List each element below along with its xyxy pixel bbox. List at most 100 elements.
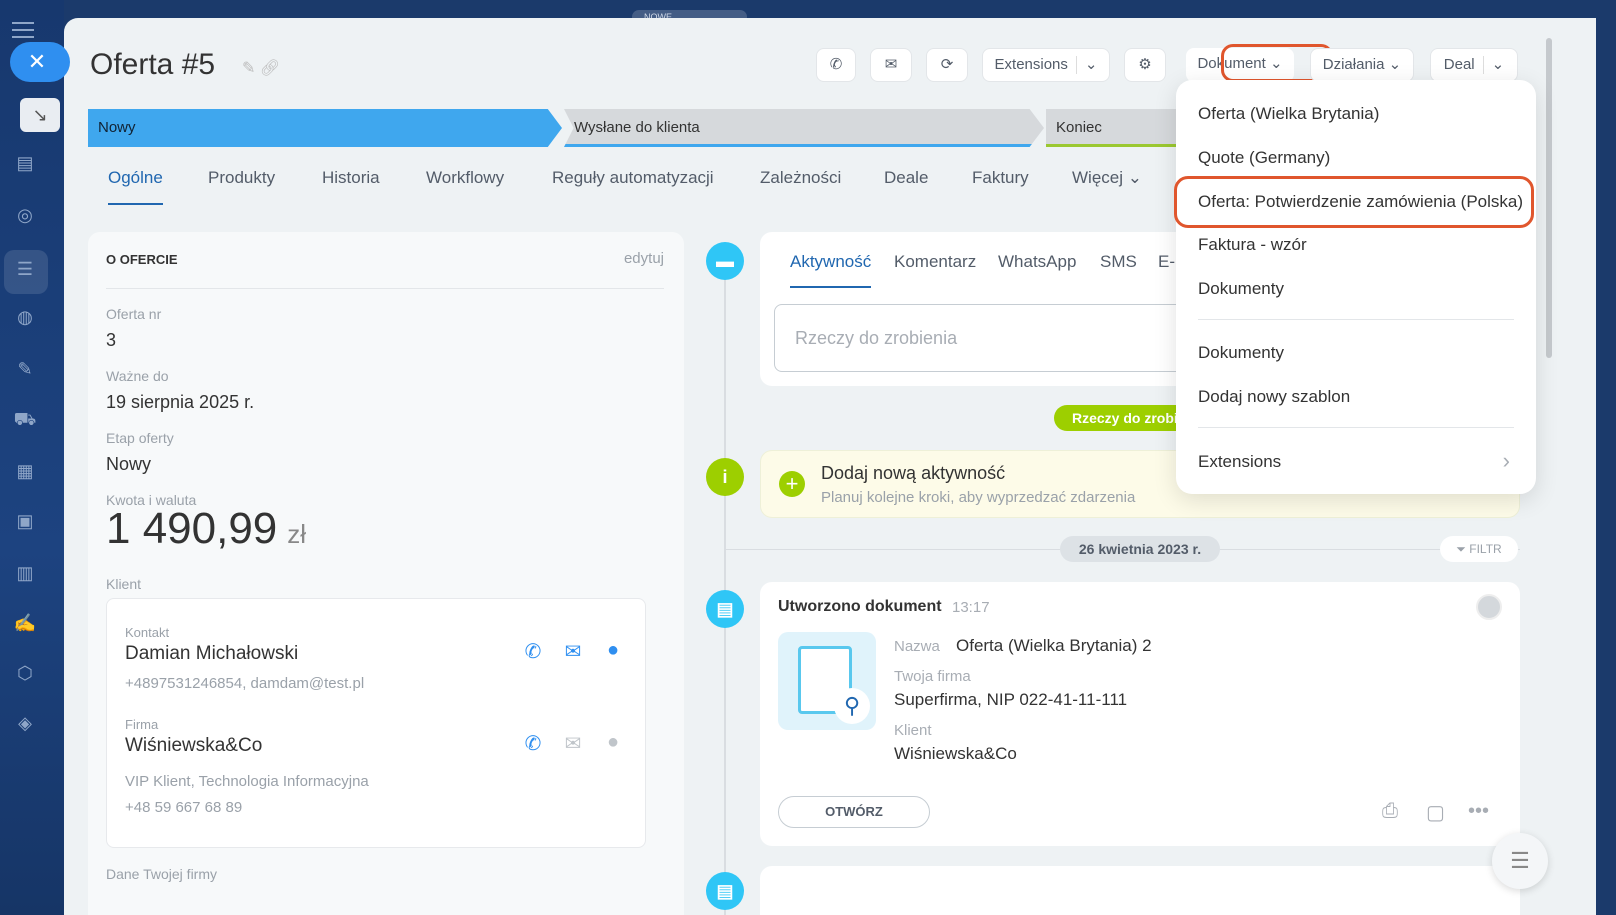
contact-name[interactable]: Damian Michałowski [125, 643, 298, 665]
extensions-button[interactable]: Extensions ⌄ [982, 48, 1110, 82]
collapse-arrow-icon[interactable]: ↘ [20, 98, 60, 132]
filter-button[interactable]: ⏷ FILTR [1440, 536, 1518, 562]
tab-sms[interactable]: SMS [1100, 252, 1137, 272]
scrollbar[interactable] [1546, 38, 1552, 358]
doc-name-label: Nazwa [894, 638, 940, 655]
hexagon-icon[interactable]: ⬡ [12, 660, 38, 686]
dzialania-button[interactable]: Działania ⌄ [1310, 48, 1414, 82]
email-button[interactable]: ✉ [870, 48, 912, 82]
amount-currency: zł [287, 519, 307, 549]
robot-icon[interactable]: ◍ [12, 304, 38, 330]
filter-label: FILTR [1469, 542, 1502, 556]
stage-nowy[interactable]: Nowy [88, 109, 562, 147]
dd-item-extensions[interactable]: Extensions [1198, 452, 1281, 472]
print-icon[interactable]: ⎙ [1382, 800, 1398, 823]
phone-icon: ✆ [829, 56, 843, 73]
dzialania-label: Działania [1322, 56, 1385, 73]
document-card-next [760, 866, 1520, 915]
copy-link-icon[interactable]: 🔗︎ [260, 60, 280, 77]
tab-workflowy[interactable]: Workflowy [426, 168, 504, 188]
more-icon[interactable]: ••• [1468, 800, 1489, 823]
avatar[interactable] [1476, 594, 1502, 620]
filter-icon: ⏷ [1456, 542, 1466, 556]
extensions-label: Extensions [994, 56, 1068, 73]
timeline-line [724, 248, 726, 915]
dd-item-dokumenty[interactable]: Dokumenty [1198, 279, 1284, 299]
settings-button[interactable]: ⚙ [1124, 48, 1166, 82]
stage-wyslane[interactable]: Wysłane do klienta [564, 109, 1044, 147]
inventory-icon[interactable]: ▦ [12, 458, 38, 484]
deal-button[interactable]: Deal ⌄ [1430, 48, 1518, 82]
tab-deale[interactable]: Deale [884, 168, 928, 188]
add-activity-title: Dodaj nową aktywność [821, 463, 1006, 483]
dd-item-add-template[interactable]: Dodaj nowy szablon [1198, 387, 1350, 407]
tab-komentarz[interactable]: Komentarz [894, 252, 976, 272]
mail-icon: ✉ [884, 56, 898, 73]
tab-faktury[interactable]: Faktury [972, 168, 1029, 188]
calendar-icon[interactable]: ▣ [12, 508, 38, 534]
company-details: VIP Klient, Technologia Informacyjna [125, 773, 369, 790]
dd-item-quote-germany[interactable]: Quote (Germany) [1198, 148, 1330, 168]
company-phone[interactable]: +48 59 667 68 89 [125, 799, 242, 816]
plus-icon[interactable]: + [779, 471, 805, 497]
tab-aktywnosc[interactable]: Aktywność [790, 252, 872, 288]
note-icon[interactable]: ▢ [1426, 800, 1445, 825]
tab-zaleznosci[interactable]: Zależności [760, 168, 841, 188]
document-preview[interactable]: ⚲ [778, 632, 876, 730]
chat-button[interactable]: ⟳ [926, 48, 968, 82]
field-label: Ważne do [106, 368, 169, 384]
tab-historia[interactable]: Historia [322, 168, 380, 188]
dd-item-faktura[interactable]: Faktura - wzór [1198, 235, 1307, 255]
edit-title-icon[interactable]: ✎ [242, 60, 255, 77]
doc-firm-label: Twoja firma [894, 668, 971, 685]
amount-number: 1 490,99 [106, 504, 278, 553]
cart-icon[interactable]: ⛟ [12, 406, 38, 432]
field-label: Etap oferty [106, 430, 174, 446]
list-menu-icon[interactable]: ☰ [1492, 833, 1548, 889]
crm-funnel-icon[interactable]: ☰ [12, 256, 38, 282]
analytics-icon[interactable]: ▥ [12, 560, 38, 586]
chat-icon[interactable]: ● [601, 731, 625, 754]
call-button[interactable]: ✆ [816, 48, 856, 82]
add-activity-subtitle: Planuj kolejne kroki, aby wyprzedzać zda… [821, 489, 1136, 506]
pencil-icon[interactable]: ✎ [12, 356, 38, 382]
phone-icon[interactable]: ✆ [521, 639, 545, 664]
dd-divider [1198, 319, 1514, 320]
dd-item-highlight [1174, 176, 1534, 228]
tab-ogolne[interactable]: Ogólne [108, 168, 163, 205]
doc-name: Oferta (Wielka Brytania) 2 [956, 636, 1152, 655]
chat-bubble-icon: ▬ [706, 242, 744, 280]
phone-icon[interactable]: ✆ [521, 731, 545, 756]
sign-icon[interactable]: ✍ [12, 610, 38, 636]
close-slider-button[interactable]: ✕ [10, 42, 70, 82]
mail-icon[interactable]: ✉ [561, 639, 585, 664]
dd-item-oferta-uk[interactable]: Oferta (Wielka Brytania) [1198, 104, 1379, 124]
chat-icon[interactable]: ● [601, 639, 625, 662]
cube-icon[interactable]: ◈ [12, 710, 38, 736]
company-name[interactable]: Wiśniewska&Co [125, 735, 262, 757]
tab-wiecej-label: Więcej [1072, 168, 1124, 187]
chevron-down-icon: ⌄ [1127, 168, 1142, 187]
client-box: Kontakt Damian Michałowski +489753124685… [106, 598, 646, 848]
magnifier-icon: ⚲ [834, 688, 870, 724]
tab-email[interactable]: E- [1158, 252, 1175, 272]
about-edit-link[interactable]: edytuj [624, 250, 664, 267]
target-icon[interactable]: ◎ [12, 202, 38, 228]
tab-reguly[interactable]: Reguły automatyzacji [552, 168, 714, 188]
doc-client-label: Klient [894, 722, 932, 739]
company-data-label: Dane Twojej firmy [106, 866, 218, 882]
field-label: Oferta nr [106, 306, 162, 322]
menu-icon[interactable] [12, 22, 34, 38]
tab-wiecej[interactable]: Więcej ⌄ [1072, 168, 1142, 188]
dd-item-dokumenty-list[interactable]: Dokumenty [1198, 343, 1284, 363]
open-button[interactable]: OTWÓRZ [778, 796, 930, 828]
tab-whatsapp[interactable]: WhatsApp [998, 252, 1076, 272]
tab-produkty[interactable]: Produkty [208, 168, 275, 188]
left-rail: ▤ ◎ ☰ ◍ ✎ ⛟ ▦ ▣ ▥ ✍ ⬡ ◈ [0, 0, 64, 915]
feed-icon[interactable]: ▤ [12, 150, 38, 176]
info-icon: i [706, 458, 744, 496]
mail-icon[interactable]: ✉ [561, 731, 585, 756]
contact-label: Kontakt [125, 625, 170, 640]
gear-icon: ⚙ [1138, 56, 1152, 73]
deal-label: Deal [1443, 56, 1475, 73]
